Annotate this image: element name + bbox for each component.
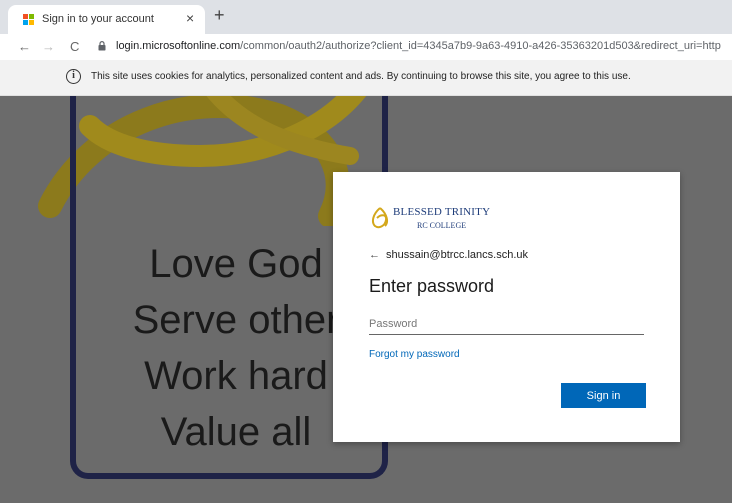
identity-row[interactable]: ← shussain@btrcc.lancs.sch.uk xyxy=(369,249,528,261)
microsoft-logo-icon xyxy=(23,14,35,26)
browser-tab-strip: Sign in to your account × + xyxy=(0,0,732,34)
browser-toolbar: ← → C login.microsoftonline.com/common/o… xyxy=(0,34,732,60)
url-host: login.microsoftonline.com xyxy=(116,40,241,52)
page-title: Enter password xyxy=(369,276,495,296)
forward-arrow-icon[interactable]: → xyxy=(42,40,55,54)
close-tab-icon[interactable]: × xyxy=(186,11,194,25)
new-tab-icon[interactable]: + xyxy=(214,6,225,24)
logo-line-1: BLESSED TRINITY xyxy=(393,206,491,218)
url-path: /common/oauth2/authorize?client_id=4345a… xyxy=(240,40,721,52)
logo-line-2: RC COLLEGE xyxy=(417,221,467,230)
tab-title: Sign in to your account xyxy=(42,13,154,25)
college-logo: BLESSED TRINITY RC COLLEGE xyxy=(369,204,499,234)
cookie-banner: i This site uses cookies for analytics, … xyxy=(0,60,732,96)
password-input[interactable] xyxy=(369,314,644,335)
sign-in-button[interactable]: Sign in xyxy=(561,383,646,408)
forgot-password-link[interactable]: Forgot my password xyxy=(369,349,460,360)
back-arrow-icon[interactable]: ← xyxy=(18,40,31,54)
cookie-message: This site uses cookies for analytics, pe… xyxy=(91,71,631,82)
signin-dialog: BLESSED TRINITY RC COLLEGE ← shussain@btr… xyxy=(333,172,680,442)
reload-icon[interactable]: C xyxy=(70,40,79,54)
lock-icon[interactable] xyxy=(98,41,106,51)
back-arrow-icon[interactable]: ← xyxy=(369,249,380,261)
trinity-knot-icon xyxy=(371,207,389,229)
account-email: shussain@btrcc.lancs.sch.uk xyxy=(386,249,529,261)
info-icon: i xyxy=(66,69,81,84)
browser-tab[interactable]: Sign in to your account × xyxy=(8,5,205,34)
address-bar[interactable]: login.microsoftonline.com/common/oauth2/… xyxy=(116,40,721,52)
